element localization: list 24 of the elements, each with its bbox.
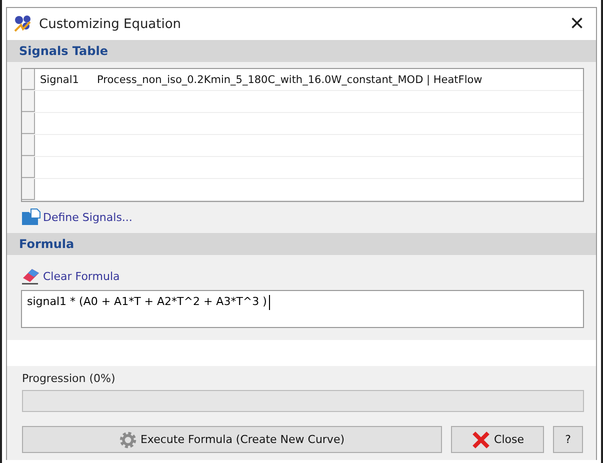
row-header[interactable] bbox=[22, 91, 35, 112]
section-header: Formula bbox=[7, 233, 596, 255]
row-header[interactable] bbox=[22, 157, 35, 178]
table-cell-text: Process_non_iso_0.2Kmin_5_180C_with_16.0W_constant_MOD | HeatFlow bbox=[96, 74, 482, 86]
define-signals-link[interactable]: Define Signals... bbox=[43, 210, 132, 224]
clear-formula-link[interactable]: Clear Formula bbox=[43, 270, 120, 282]
row-header[interactable] bbox=[22, 69, 35, 90]
molecule-icon bbox=[13, 14, 33, 34]
table-cell-text: Signal1 bbox=[39, 74, 80, 86]
close-button[interactable]: × bbox=[566, 12, 588, 36]
help-button[interactable]: ? bbox=[553, 426, 583, 453]
section-header: Signals Table bbox=[7, 40, 596, 62]
close-button[interactable]: Close bbox=[451, 426, 544, 453]
formula-field[interactable]: signal1 * (A0 + A1*T + A2*T^2 + A3*T^3 ) bbox=[21, 290, 584, 328]
execute-button[interactable]: Execute Formula (Create New Curve) bbox=[22, 426, 442, 453]
progress-label: Progression (0%) bbox=[22, 372, 116, 385]
window-title: Customizing Equation bbox=[39, 16, 182, 32]
row-header[interactable] bbox=[22, 179, 35, 200]
folder-icon bbox=[21, 208, 41, 226]
close-icon bbox=[471, 430, 492, 450]
gear-icon bbox=[119, 430, 138, 448]
row-header[interactable] bbox=[22, 135, 35, 156]
eraser-icon bbox=[21, 267, 41, 285]
row-header[interactable] bbox=[22, 113, 35, 134]
